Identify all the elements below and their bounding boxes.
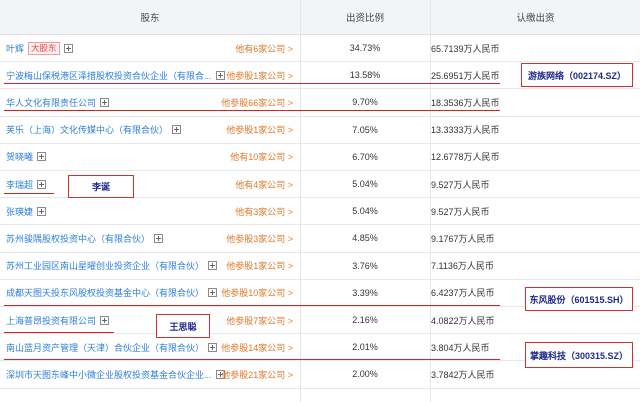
shareholder-name-link[interactable]: 上海普昂投资有限公司: [6, 314, 96, 327]
table-row: 上海普昂投资有限公司 他参股7家公司 >2.16% 4.0822万人民币: [0, 307, 640, 335]
table-row: 芙乐（上海）文化传媒中心（有限合伙） 他参股1家公司 > 7.05% 13.3333万…: [0, 117, 640, 144]
shareholder-name-link[interactable]: 李瑞超: [6, 178, 33, 191]
related-companies-link[interactable]: 他参股3家公司 >: [226, 232, 293, 245]
amount-cell: 65.7139万人民币: [431, 43, 500, 54]
shareholder-cell: 南山蓝月资产管理（天津）合伙企业（有限合伙） 他参股14家公司 >: [6, 334, 299, 360]
shareholder-cell: 苏州骏隅股权投资中心（有限合伙） 他参股3家公司 >: [6, 225, 299, 251]
highlight-underline: [4, 110, 500, 112]
related-companies-link[interactable]: 他参股14家公司 >: [221, 341, 293, 354]
shareholder-name-link[interactable]: 南山蓝月资产管理（天津）合伙企业（有限合伙）: [6, 341, 204, 354]
expand-icon[interactable]: [208, 288, 218, 298]
amount-cell: 9.527万人民币: [431, 206, 490, 217]
expand-icon[interactable]: [208, 342, 218, 352]
shareholder-cell: 成都天图天投东风股权投资基金中心（有限合伙） 他参股10家公司 >: [6, 280, 299, 306]
ratio-cell: 2.01%: [352, 342, 378, 353]
expand-icon[interactable]: [100, 315, 110, 325]
highlight-underline: [4, 359, 500, 361]
shareholder-name-link[interactable]: 华人文化有限责任公司: [6, 96, 96, 109]
highlight-underline: [4, 193, 54, 195]
shareholder-cell: 深圳市天图东峰中小微企业股权投资基金合伙企业... 他参股21家公司 >: [6, 361, 299, 387]
amount-cell: 9.527万人民币: [431, 179, 490, 190]
related-companies-link[interactable]: 他参股21家公司 >: [221, 368, 293, 381]
amount-cell: 7.1136万人民币: [431, 261, 494, 272]
ratio-cell: 3.76%: [352, 260, 378, 271]
shareholder-name-link[interactable]: 宁波梅山保税港区泽措股权投资合伙企业（有限合...: [6, 69, 212, 82]
annotation-dongfeng: 东风股份（601515.SH）: [525, 287, 633, 311]
header-amount: 认缴出资: [516, 13, 555, 24]
related-companies-link[interactable]: 他有3家公司 >: [235, 205, 293, 218]
related-companies-link[interactable]: 他参股7家公司 >: [226, 314, 293, 327]
shareholder-cell: 芙乐（上海）文化传媒中心（有限合伙） 他参股1家公司 >: [6, 117, 299, 143]
shareholder-cell: 宁波梅山保税港区泽措股权投资合伙企业（有限合... 他参股1家公司 >: [6, 62, 299, 88]
highlight-underline: [4, 305, 500, 307]
ratio-cell: 5.04%: [352, 179, 378, 190]
expand-icon[interactable]: [215, 70, 225, 80]
table-header: 股东 出资比例 认缴出资: [0, 0, 640, 35]
expand-icon[interactable]: [154, 233, 164, 243]
related-companies-link[interactable]: 他有4家公司 >: [235, 178, 293, 191]
header-ratio: 出资比例: [345, 13, 384, 24]
expand-icon[interactable]: [37, 206, 47, 216]
shareholder-cell: 张瑛婕 他有3家公司 >: [6, 198, 299, 224]
expand-icon[interactable]: [37, 152, 47, 162]
shareholder-name-link[interactable]: 苏州工业园区南山星曜创业投资企业（有限合伙）: [6, 259, 204, 272]
shareholder-name-link[interactable]: 张瑛婕: [6, 205, 33, 218]
highlight-underline: [4, 332, 114, 334]
shareholder-name-link[interactable]: 叶辉: [6, 42, 24, 55]
ratio-cell: 7.05%: [352, 124, 378, 135]
table-row: 贺晓曦 他有10家公司 > 6.70% 12.6778万人民币: [0, 144, 640, 171]
shareholder-name-link[interactable]: 苏州骏隅股权投资中心（有限合伙）: [6, 232, 150, 245]
shareholder-name-link[interactable]: 贺晓曦: [6, 150, 33, 163]
shareholder-cell: 华人文化有限责任公司 他参股66家公司 >: [6, 89, 299, 115]
ratio-cell: 13.58%: [349, 70, 381, 81]
amount-cell: 13.3333万人民币: [431, 125, 500, 136]
table-row: 华人文化有限责任公司 他参股66家公司 > 9.70% 18.3536万人民币: [0, 89, 640, 117]
related-companies-link[interactable]: 他参股1家公司 >: [226, 69, 293, 82]
table-row: 苏州工业园区南山星曜创业投资企业（有限合伙） 他参股1家公司 > 3.76% 7.11…: [0, 253, 640, 280]
ratio-cell: 2.00%: [352, 369, 378, 380]
related-companies-link[interactable]: 他参股1家公司 >: [226, 259, 293, 272]
related-companies-link[interactable]: 他参股66家公司 >: [221, 96, 293, 109]
related-companies-link[interactable]: 他参股1家公司 >: [226, 123, 293, 136]
annotation-wangsicong: 王思聪: [156, 314, 210, 338]
expand-icon[interactable]: [37, 179, 47, 189]
expand-icon[interactable]: [172, 125, 182, 135]
shareholder-name-link[interactable]: 芙乐（上海）文化传媒中心（有限合伙）: [6, 123, 168, 136]
major-shareholder-badge: 大股东: [28, 41, 60, 55]
table-row: 张瑛婕 他有3家公司 > 5.04% 9.527万人民币: [0, 198, 640, 226]
annotation-lidan: 李诞: [68, 175, 134, 198]
table-row: 苏州骏隅股权投资中心（有限合伙） 他参股3家公司 > 4.85% 9.1767万人民币: [0, 225, 640, 253]
ratio-cell: 9.70%: [352, 97, 378, 108]
ratio-cell: 6.70%: [352, 151, 378, 162]
shareholder-cell: 叶辉 大股东 他有6家公司 >: [6, 35, 299, 61]
expand-icon[interactable]: [208, 261, 218, 271]
shareholder-cell: 贺晓曦 他有10家公司 >: [6, 144, 299, 170]
related-companies-link[interactable]: 他有10家公司 >: [230, 150, 293, 163]
amount-cell: 9.1767万人民币: [431, 233, 495, 244]
shareholder-name-link[interactable]: 深圳市天图东峰中小微企业股权投资基金合伙企业...: [6, 368, 212, 381]
shareholder-cell: 上海普昂投资有限公司 他参股7家公司 >: [6, 307, 299, 333]
ratio-cell: 3.39%: [352, 287, 378, 298]
highlight-underline: [4, 83, 500, 85]
annotation-zhangqu: 掌趣科技（300315.SZ）: [525, 342, 633, 368]
column-divider: [300, 0, 301, 402]
ratio-cell: 2.16%: [352, 315, 378, 326]
ratio-cell: 34.73%: [349, 43, 381, 54]
expand-icon[interactable]: [63, 43, 73, 53]
table-row: 叶辉 大股东 他有6家公司 > 34.73% 65.7139万人民币: [0, 35, 640, 63]
shareholder-cell: 苏州工业园区南山星曜创业投资企业（有限合伙） 他参股1家公司 >: [6, 253, 299, 279]
header-shareholder: 股东: [140, 13, 160, 24]
ratio-cell: 4.85%: [352, 233, 378, 244]
related-companies-link[interactable]: 他有6家公司 >: [235, 42, 293, 55]
annotation-youzu: 游族网络（002174.SZ）: [521, 63, 633, 87]
column-divider: [430, 0, 431, 402]
shareholder-name-link[interactable]: 成都天图天投东风股权投资基金中心（有限合伙）: [6, 286, 204, 299]
expand-icon[interactable]: [100, 97, 110, 107]
ratio-cell: 5.04%: [352, 206, 378, 217]
amount-cell: 12.6778万人民币: [431, 152, 500, 163]
amount-cell: 18.3536万人民币: [431, 97, 500, 108]
related-companies-link[interactable]: 他参股10家公司 >: [221, 286, 293, 299]
